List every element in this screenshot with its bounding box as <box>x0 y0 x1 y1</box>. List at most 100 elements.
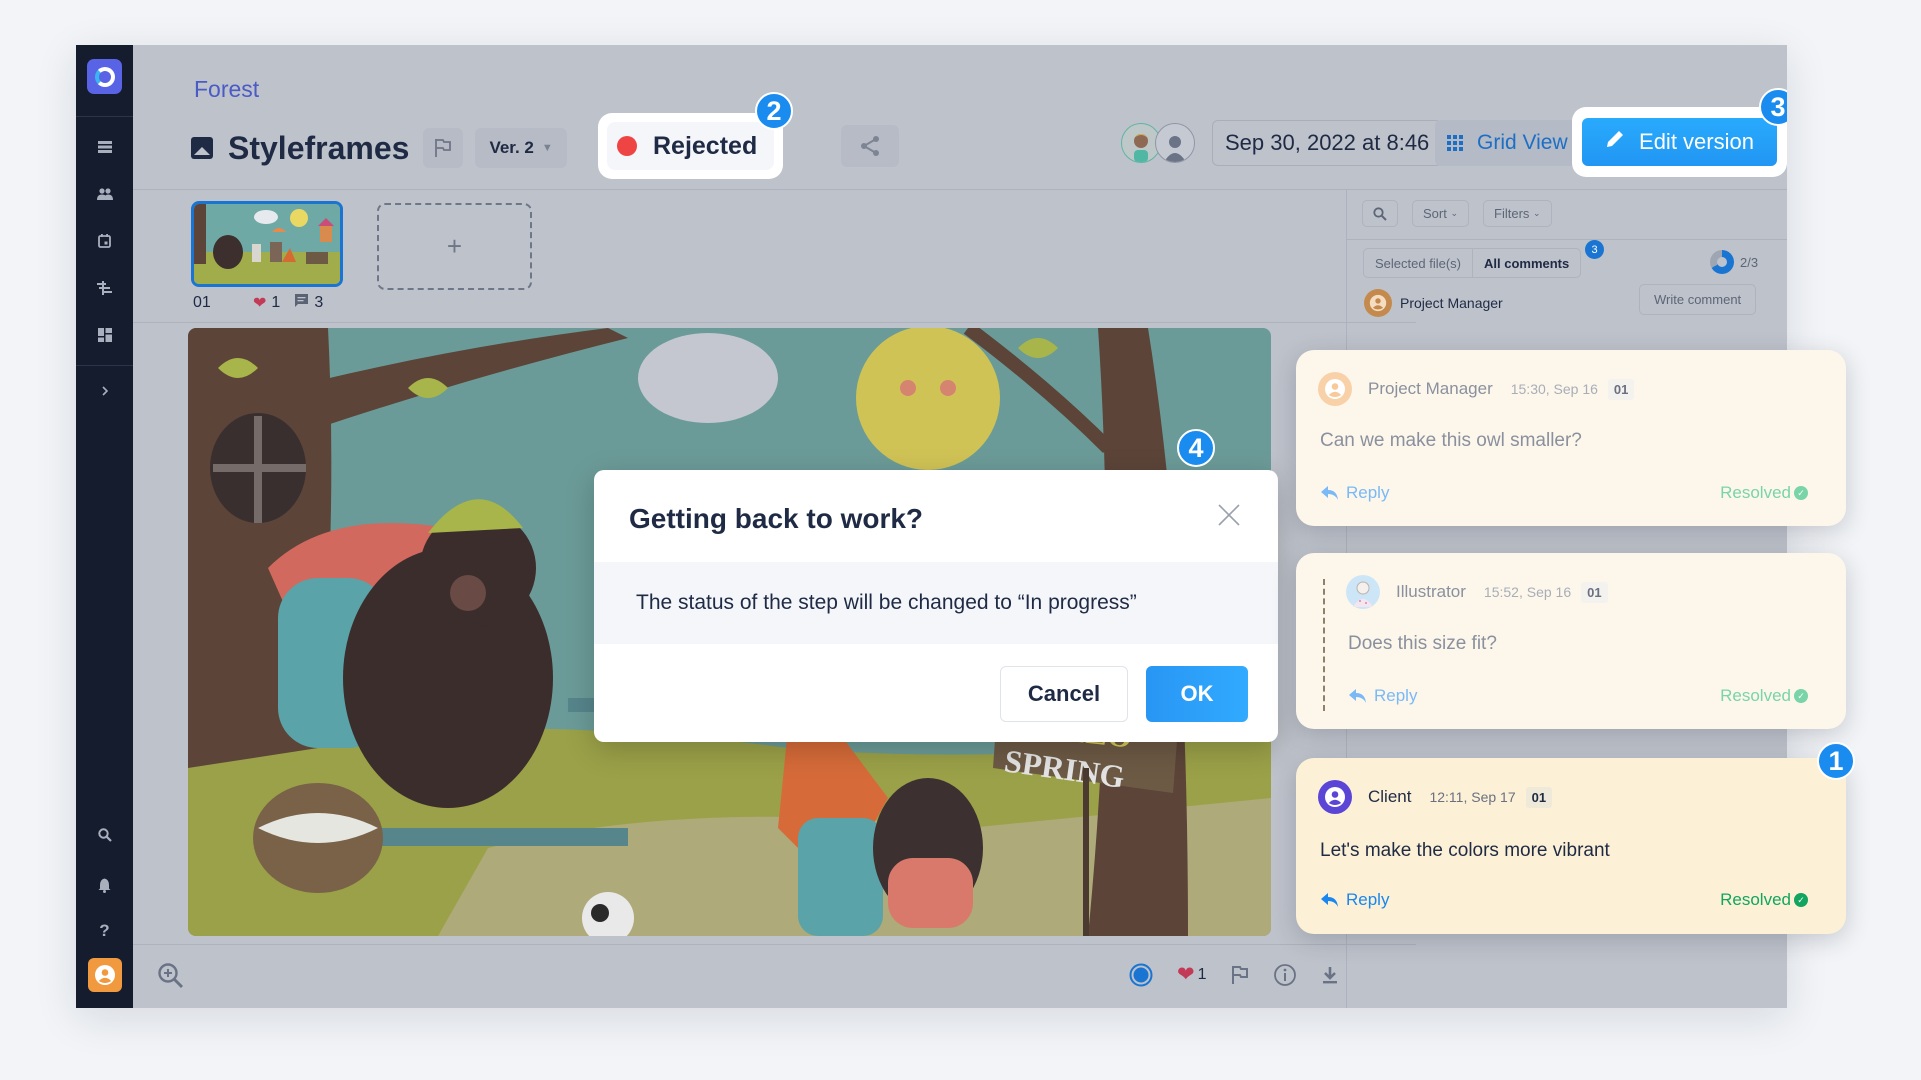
resolved-label: Resolved <box>1720 483 1791 502</box>
image-icon <box>191 137 213 159</box>
reply-label: Reply <box>1346 483 1390 502</box>
title-row: Styleframes Ver. 2 ▼ <box>191 125 567 171</box>
reply-button[interactable]: Reply <box>1348 686 1417 706</box>
like-button[interactable]: ❤ 1 <box>1177 962 1207 987</box>
zoom-in-icon[interactable] <box>157 962 185 995</box>
comment-toolbar: Sort ⌄ Filters ⌄ <box>1362 200 1552 227</box>
thumbnail-01[interactable] <box>191 201 343 287</box>
write-comment-button[interactable]: Write comment <box>1639 284 1757 315</box>
thumbnail-comments: 3 <box>314 294 324 311</box>
callout-badge-2: 2 <box>755 92 793 130</box>
reply-icon <box>1321 486 1338 500</box>
tab-all-comments[interactable]: All comments <box>1473 249 1580 277</box>
help-icon[interactable]: ? <box>76 917 133 945</box>
resolved-progress: 2/3 <box>1710 250 1758 274</box>
breadcrumb-project[interactable]: Forest <box>194 76 259 103</box>
status-circle-icon[interactable] <box>1129 963 1153 987</box>
version-dropdown[interactable]: Ver. 2 ▼ <box>475 128 567 168</box>
share-button[interactable] <box>841 125 899 167</box>
sort-label: Sort <box>1423 206 1447 221</box>
reply-button[interactable]: Reply <box>1320 483 1389 503</box>
callout-badge-4: 4 <box>1177 429 1215 467</box>
caret-down-icon: ▼ <box>541 142 553 154</box>
close-icon[interactable] <box>1216 502 1242 528</box>
grid-view-button[interactable]: Grid View <box>1435 120 1580 166</box>
status-dropdown[interactable]: Rejected <box>607 122 774 170</box>
flag-icon[interactable] <box>1231 965 1249 985</box>
list-icon[interactable] <box>76 133 133 161</box>
reply-icon <box>1349 689 1366 703</box>
flag-icon <box>435 139 452 157</box>
app-logo[interactable] <box>87 59 122 94</box>
comment-time: 15:30, Sep 16 <box>1510 381 1598 397</box>
comment-author: Client <box>1368 787 1412 806</box>
resolved-status[interactable]: Resolved ✓ <box>1720 890 1808 910</box>
calendar-icon[interactable] <box>76 227 133 255</box>
heart-icon: ❤ <box>253 295 267 312</box>
current-user-name: Project Manager <box>1400 295 1503 311</box>
thumbnail-number: 01 <box>193 294 211 311</box>
comment-author: Project Manager <box>1368 379 1493 398</box>
add-file-button[interactable]: + <box>377 203 532 290</box>
sidebar-divider <box>76 116 133 117</box>
collaborator-avatars[interactable] <box>1121 123 1195 163</box>
comment-card-active[interactable]: Client 12:11, Sep 17 01 Let's make the c… <box>1296 758 1846 934</box>
thumbnail-likes: 1 <box>271 294 281 311</box>
avatar-placeholder[interactable] <box>1155 123 1195 163</box>
comment-card-reply[interactable]: Illustrator 15:52, Sep 16 01 Does this s… <box>1296 553 1846 729</box>
search-icon <box>1373 206 1387 221</box>
thumbnail-meta: 01 ❤ 1 3 <box>193 293 353 313</box>
comment-header: Illustrator 15:52, Sep 16 01 <box>1346 575 1608 609</box>
check-circle-icon: ✓ <box>1794 689 1808 703</box>
logo-ring-icon <box>94 66 115 87</box>
reply-label: Reply <box>1374 686 1418 705</box>
check-circle-icon: ✓ <box>1794 486 1808 500</box>
resolved-progress-text: 2/3 <box>1740 254 1759 270</box>
thread-line <box>1323 579 1325 711</box>
progress-donut-icon <box>1710 250 1734 274</box>
comment-search-button[interactable] <box>1362 200 1398 227</box>
share-icon <box>861 136 879 156</box>
info-icon[interactable] <box>1273 963 1297 987</box>
dialog-title: Getting back to work? <box>629 503 924 534</box>
version-date: Sep 30, 2022 at 8:46 <box>1212 120 1443 166</box>
sort-dropdown[interactable]: Sort ⌄ <box>1412 200 1470 227</box>
toolbar-divider <box>1347 239 1787 240</box>
search-icon[interactable] <box>76 821 133 849</box>
bell-icon[interactable] <box>76 871 133 899</box>
chevron-down-icon: ⌄ <box>1533 208 1541 218</box>
bottom-divider <box>133 944 1416 945</box>
filters-dropdown[interactable]: Filters ⌄ <box>1483 200 1552 227</box>
heart-icon: ❤ <box>1177 963 1195 986</box>
chevron-down-icon: ⌄ <box>1450 208 1459 218</box>
comment-text: Does this size fit? <box>1348 633 1497 654</box>
comment-scope-tabs: Selected file(s) All comments <box>1363 248 1582 278</box>
flag-button[interactable] <box>423 128 464 168</box>
comment-count-badge: 3 <box>1585 240 1604 259</box>
comment-author: Illustrator <box>1396 582 1466 601</box>
resolved-status[interactable]: Resolved ✓ <box>1720 686 1808 706</box>
reply-label: Reply <box>1346 890 1390 909</box>
version-label: Ver. 2 <box>489 138 534 157</box>
timeline-icon[interactable] <box>76 274 133 302</box>
resolved-status[interactable]: Resolved ✓ <box>1720 483 1808 503</box>
chevron-right-icon[interactable] <box>76 377 133 405</box>
reply-button[interactable]: Reply <box>1320 890 1389 910</box>
user-avatar <box>1364 289 1392 317</box>
edit-version-button[interactable]: Edit version <box>1582 118 1777 166</box>
dashboard-icon[interactable] <box>76 321 133 349</box>
comment-card[interactable]: Project Manager 15:30, Sep 16 01 Can we … <box>1296 350 1846 526</box>
cancel-button[interactable]: Cancel <box>1000 666 1128 722</box>
team-icon[interactable] <box>76 180 133 208</box>
dialog-message: The status of the step will be changed t… <box>594 562 1278 644</box>
download-icon[interactable] <box>1321 965 1339 985</box>
ok-button[interactable]: OK <box>1146 666 1248 722</box>
sidebar: ? <box>76 45 133 1008</box>
comment-frame-tag: 01 <box>1607 378 1635 400</box>
comment-header: Project Manager 15:30, Sep 16 01 <box>1318 372 1635 406</box>
tab-selected-files[interactable]: Selected file(s) <box>1364 249 1473 277</box>
comment-text: Can we make this owl smaller? <box>1320 430 1582 451</box>
user-avatar[interactable] <box>88 958 122 992</box>
comment-header: Client 12:11, Sep 17 01 <box>1318 780 1553 814</box>
comment-time: 12:11, Sep 17 <box>1429 789 1516 805</box>
